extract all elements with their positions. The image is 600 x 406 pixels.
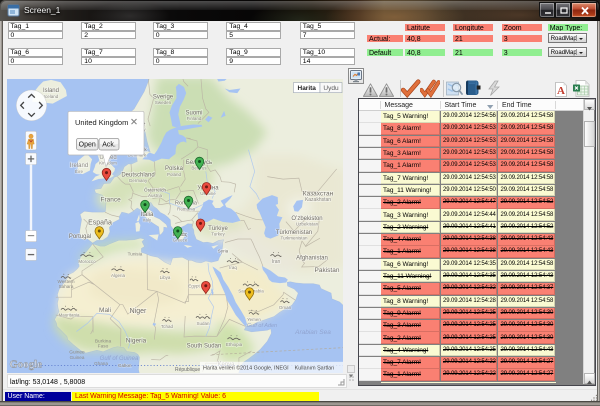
svg-text:Google: Google: [10, 360, 43, 371]
svg-text:Mali: Mali: [99, 307, 111, 314]
svg-text:Syria: Syria: [218, 248, 229, 253]
svg-text:Italy: Italy: [143, 217, 152, 222]
svg-text:Romania: Romania: [177, 206, 195, 211]
svg-text:Oman: Oman: [279, 305, 292, 310]
svg-text:Ethiopia: Ethiopia: [226, 342, 243, 347]
svg-text:Gulf of Aden: Gulf of Aden: [247, 323, 277, 329]
svg-text:Portugal: Portugal: [69, 234, 91, 240]
svg-text:Yemen: Yemen: [247, 317, 261, 322]
svg-text:Egypt: Egypt: [188, 283, 200, 288]
svg-text:Algeria: Algeria: [111, 273, 125, 278]
svg-text:Harita: Harita: [298, 85, 317, 92]
svg-text:Mauritania: Mauritania: [59, 313, 80, 318]
svg-text:Turkey: Turkey: [211, 232, 225, 237]
svg-text:Sudan: Sudan: [197, 321, 210, 326]
svg-text:United Kingdom: United Kingdom: [75, 118, 128, 127]
svg-text:Iraq: Iraq: [229, 265, 237, 270]
svg-text:Open: Open: [79, 142, 96, 149]
svg-text:Sahara: Sahara: [59, 284, 74, 289]
svg-text:Pakistan: Pakistan: [315, 267, 340, 274]
svg-text:Turkmenistan: Turkmenistan: [280, 236, 307, 241]
svg-text:Greece: Greece: [173, 238, 188, 243]
svg-text:Tchad: Tchad: [161, 324, 173, 329]
svg-text:Gabon: Gabon: [118, 363, 132, 368]
svg-text:Guinea: Guinea: [70, 355, 85, 360]
svg-text:France: France: [101, 197, 122, 204]
svg-text:Kazakhstan: Kazakhstan: [305, 197, 331, 203]
svg-text:Austria: Austria: [148, 193, 162, 198]
svg-text:Arabian Sea: Arabian Sea: [294, 329, 331, 336]
svg-text:España: España: [88, 219, 112, 226]
svg-text:Libya: Libya: [160, 275, 171, 280]
svg-text:Nigeria: Nigeria: [126, 338, 147, 345]
svg-text:Finland: Finland: [187, 116, 202, 121]
svg-text:Tunisia: Tunisia: [128, 251, 143, 256]
svg-text:South Sudan: South Sudan: [187, 344, 222, 350]
svg-text:Niger: Niger: [130, 308, 147, 315]
svg-text:Sweden: Sweden: [155, 100, 172, 105]
svg-text:Ack.: Ack.: [102, 142, 116, 149]
svg-text:Afghanistan: Afghanistan: [296, 255, 328, 261]
svg-text:Morocco: Morocco: [78, 259, 96, 264]
svg-text:République: République: [175, 367, 200, 373]
svg-text:Uydu: Uydu: [323, 85, 339, 92]
svg-text:Iran: Iran: [272, 259, 281, 265]
svg-text:Iceland: Iceland: [44, 94, 59, 99]
svg-text:Poland: Poland: [167, 172, 181, 177]
svg-text:Germany: Germany: [129, 178, 148, 183]
svg-text:Faso: Faso: [98, 344, 109, 350]
svg-text:Uzbekistan: Uzbekistan: [296, 221, 319, 226]
svg-text:Harita verileri ©2014 Google,: Harita verileri ©2014 Google, INEGI Kull…: [203, 364, 334, 371]
svg-text:A: A: [557, 85, 565, 97]
svg-text:Éire: Éire: [75, 168, 83, 174]
